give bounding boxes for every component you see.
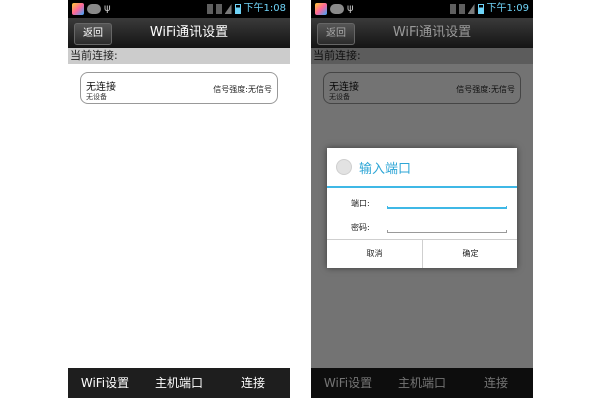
connection-device: 无设备	[86, 93, 107, 101]
title-bar: WiFi通讯设置 返回	[311, 18, 533, 48]
password-input[interactable]	[387, 230, 507, 233]
chat-notification-icon	[87, 4, 101, 14]
vibrate-icon	[206, 4, 213, 14]
connection-signal: 信号强度:无信号	[213, 85, 272, 94]
connection-card[interactable]: 无连接 无设备 信号强度:无信号	[80, 72, 278, 104]
phone-screen-wifi-settings: ψ 下午1:08 WiFi通讯设置 返回 当前连接: 无连接 无设备 信号强度:…	[68, 0, 290, 398]
cancel-button[interactable]: 取消	[327, 240, 422, 268]
title-bar: WiFi通讯设置 返回	[68, 18, 290, 48]
battery-icon	[234, 4, 241, 14]
sim-icon	[215, 4, 222, 14]
port-input-dialog: 输入端口 端口: 密码: 取消 确定	[327, 148, 517, 268]
port-label: 端口:	[351, 199, 370, 208]
bottom-tab-bar: WiFi设置 主机端口 连接	[68, 368, 290, 398]
tab-host-port[interactable]: 主机端口	[142, 368, 216, 398]
app-notification-icon	[315, 3, 327, 15]
signal-strength-icon	[224, 4, 232, 14]
app-notification-icon	[72, 3, 84, 15]
back-button[interactable]: 返回	[74, 23, 112, 45]
status-bar: ψ 下午1:09	[311, 0, 533, 18]
usb-icon: ψ	[104, 3, 111, 14]
signal-strength-icon	[467, 4, 475, 14]
dialog-icon	[336, 159, 352, 175]
password-label: 密码:	[351, 223, 370, 232]
usb-icon: ψ	[347, 3, 354, 14]
status-bar: ψ 下午1:08	[68, 0, 290, 18]
tab-wifi-settings[interactable]: WiFi设置	[68, 368, 142, 398]
back-button[interactable]: 返回	[317, 23, 355, 45]
tab-connect[interactable]: 连接	[216, 368, 290, 398]
connection-name: 无连接	[86, 82, 116, 93]
vibrate-icon	[449, 4, 456, 14]
dialog-buttons: 取消 确定	[327, 239, 517, 268]
current-connection-label: 当前连接:	[68, 48, 290, 64]
dialog-title: 输入端口	[359, 162, 412, 177]
battery-icon	[477, 4, 484, 14]
sim-icon	[458, 4, 465, 14]
phone-screen-port-dialog: ψ 下午1:09 WiFi通讯设置 返回 当前连接: 无连接 无设备 信号强度:…	[311, 0, 533, 398]
confirm-button[interactable]: 确定	[423, 240, 518, 268]
chat-notification-icon	[330, 4, 344, 14]
status-time: 下午1:08	[243, 3, 286, 14]
status-time: 下午1:09	[486, 3, 529, 14]
dialog-header: 输入端口	[327, 148, 517, 188]
port-input[interactable]	[387, 206, 507, 209]
